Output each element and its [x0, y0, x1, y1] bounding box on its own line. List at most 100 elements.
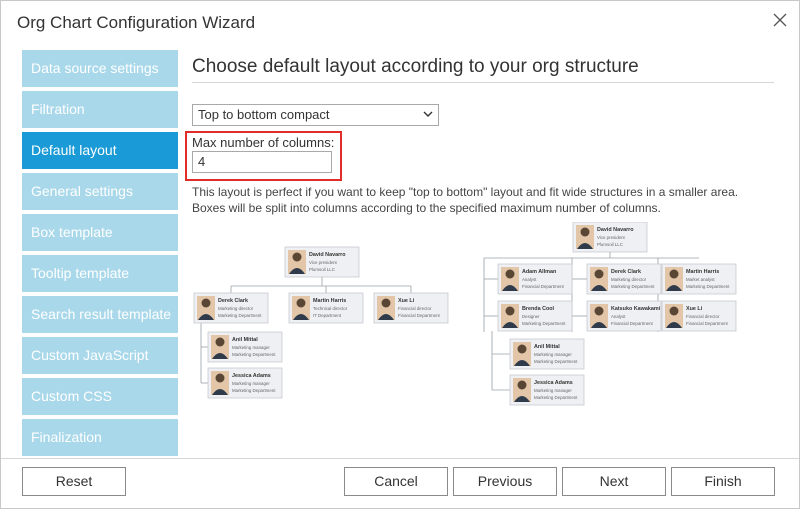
step-box-template[interactable]: Box template [22, 214, 178, 251]
person-name: Brenda Cool [522, 306, 555, 312]
person-head [292, 252, 302, 262]
org-chart-box: Anil Mittal Marketing manager Marketing De… [207, 331, 283, 363]
person-dept: Marketing Department [534, 395, 578, 400]
wizard-steps-nav: Data source settings Filtration Default … [22, 50, 178, 460]
person-head [669, 306, 679, 316]
layout-select-value: Top to bottom compact [198, 107, 330, 122]
person-title: Analyst [522, 277, 537, 282]
person-name: Martin Harris [686, 269, 719, 275]
person-name: Katsuko Kawakami [611, 306, 661, 312]
org-chart-box: David Navarro Vice president Plumsoil LLC [284, 246, 360, 278]
org-chart-box: Derek Clark Marketing director Marketing D… [586, 263, 662, 295]
step-general-settings[interactable]: General settings [22, 173, 178, 210]
main-content: Choose default layout according to your … [185, 50, 792, 455]
chevron-down-icon [423, 111, 433, 117]
person-title: Financial director [686, 314, 720, 319]
org-chart-box: Jessica Adams Marketing manager Marketing … [509, 374, 585, 406]
step-data-source-settings[interactable]: Data source settings [22, 50, 178, 87]
step-tooltip-template[interactable]: Tooltip template [22, 255, 178, 292]
description-line-2: Boxes will be split into columns accordi… [192, 201, 661, 215]
person-head [215, 373, 225, 383]
person-head [669, 269, 679, 279]
person-dept: Financial Department [611, 321, 654, 326]
org-chart-box: Derek Clark Marketing director Marketing D… [193, 292, 269, 324]
person-name: Martin Harris [313, 298, 346, 304]
person-title: Marketing manager [232, 345, 270, 350]
person-dept: Marketing Department [686, 284, 730, 289]
step-search-result-template[interactable]: Search result template [22, 296, 178, 333]
max-columns-label: Max number of columns: [192, 135, 335, 150]
person-dept: Marketing Department [218, 313, 262, 318]
window-title: Org Chart Configuration Wizard [17, 13, 256, 32]
org-chart-box: Brenda Cool Designer Marketing Department [497, 300, 573, 332]
person-title: Marketing manager [534, 388, 572, 393]
person-head [296, 298, 306, 308]
person-head [594, 306, 604, 316]
page-title: Choose default layout according to your … [192, 50, 774, 83]
person-title: Marketing manager [232, 381, 270, 386]
org-chart-box: Martin Harris Market analyst Marketing Dep… [661, 263, 737, 295]
person-title: Marketing director [218, 306, 254, 311]
person-dept: Plumsoil LLC [597, 242, 623, 247]
next-button[interactable]: Next [562, 467, 666, 496]
person-name: David Navarro [309, 252, 346, 258]
step-filtration[interactable]: Filtration [22, 91, 178, 128]
person-name: Derek Clark [611, 269, 641, 275]
description-line-1: This layout is perfect if you want to ke… [192, 185, 739, 199]
person-head [505, 306, 515, 316]
person-head [381, 298, 391, 308]
finish-button[interactable]: Finish [671, 467, 775, 496]
person-name: Xue Li [398, 298, 415, 304]
org-chart-box: Anil Mittal Marketing manager Marketing De… [509, 338, 585, 370]
person-title: Marketing manager [534, 352, 572, 357]
title-bar: Org Chart Configuration Wizard [1, 1, 799, 45]
person-head [517, 344, 527, 354]
person-name: Derek Clark [218, 298, 248, 304]
org-chart-box: Adam Allman Analyst Financial Department [497, 263, 573, 295]
step-custom-javascript[interactable]: Custom JavaScript [22, 337, 178, 374]
person-dept: Marketing Department [611, 284, 655, 289]
max-columns-input[interactable]: 4 [192, 151, 332, 173]
person-name: Adam Allman [522, 269, 556, 275]
person-title: Vice president [309, 260, 338, 265]
person-dept: Marketing Department [522, 321, 566, 326]
step-custom-css[interactable]: Custom CSS [22, 378, 178, 415]
previous-button[interactable]: Previous [453, 467, 557, 496]
person-title: Analyst [611, 314, 626, 319]
person-dept: IT Department [313, 313, 342, 318]
step-finalization[interactable]: Finalization [22, 419, 178, 456]
layout-select[interactable]: Top to bottom compact [192, 104, 439, 126]
person-dept: Marketing Department [232, 388, 276, 393]
person-name: Anil Mittal [534, 344, 560, 350]
footer-buttons: Reset Cancel Previous Next Finish [1, 467, 799, 497]
cancel-button[interactable]: Cancel [344, 467, 448, 496]
reset-button[interactable]: Reset [22, 467, 126, 496]
person-title: Designer [522, 314, 540, 319]
person-dept: Financial Department [686, 321, 729, 326]
person-dept: Marketing Department [232, 352, 276, 357]
org-chart-box: Katsuko Kawakami Analyst Financial Departm… [586, 300, 662, 332]
person-name: David Navarro [597, 227, 634, 233]
person-head [594, 269, 604, 279]
person-title: Vice president [597, 235, 626, 240]
person-title: Marketing director [611, 277, 647, 282]
close-icon[interactable] [769, 9, 791, 31]
person-dept: Financial Department [522, 284, 565, 289]
person-title: Technical director [313, 306, 348, 311]
person-dept: Plumsoil LLC [309, 267, 335, 272]
person-title: Market analyst [686, 277, 715, 282]
org-chart-box: Xue Li Financial director Financial Depart… [373, 292, 449, 324]
person-title: Financial director [398, 306, 432, 311]
person-name: Jessica Adams [232, 373, 271, 379]
org-chart-box: David Navarro Vice president Plumsoil LLC [572, 221, 648, 253]
step-default-layout[interactable]: Default layout [22, 132, 178, 169]
person-dept: Financial Department [398, 313, 441, 318]
person-head [215, 337, 225, 347]
org-chart-box: Jessica Adams Marketing manager Marketing … [207, 367, 283, 399]
org-chart-box: Martin Harris Technical director IT Depart… [288, 292, 364, 324]
layout-preview-diagrams: David Navarro Vice president Plumsoil LLC D… [192, 221, 772, 412]
org-chart-box: Xue Li Financial director Financial Depart… [661, 300, 737, 332]
person-name: Xue Li [686, 306, 703, 312]
person-head [580, 227, 590, 237]
layout-description: This layout is perfect if you want to ke… [192, 184, 772, 216]
